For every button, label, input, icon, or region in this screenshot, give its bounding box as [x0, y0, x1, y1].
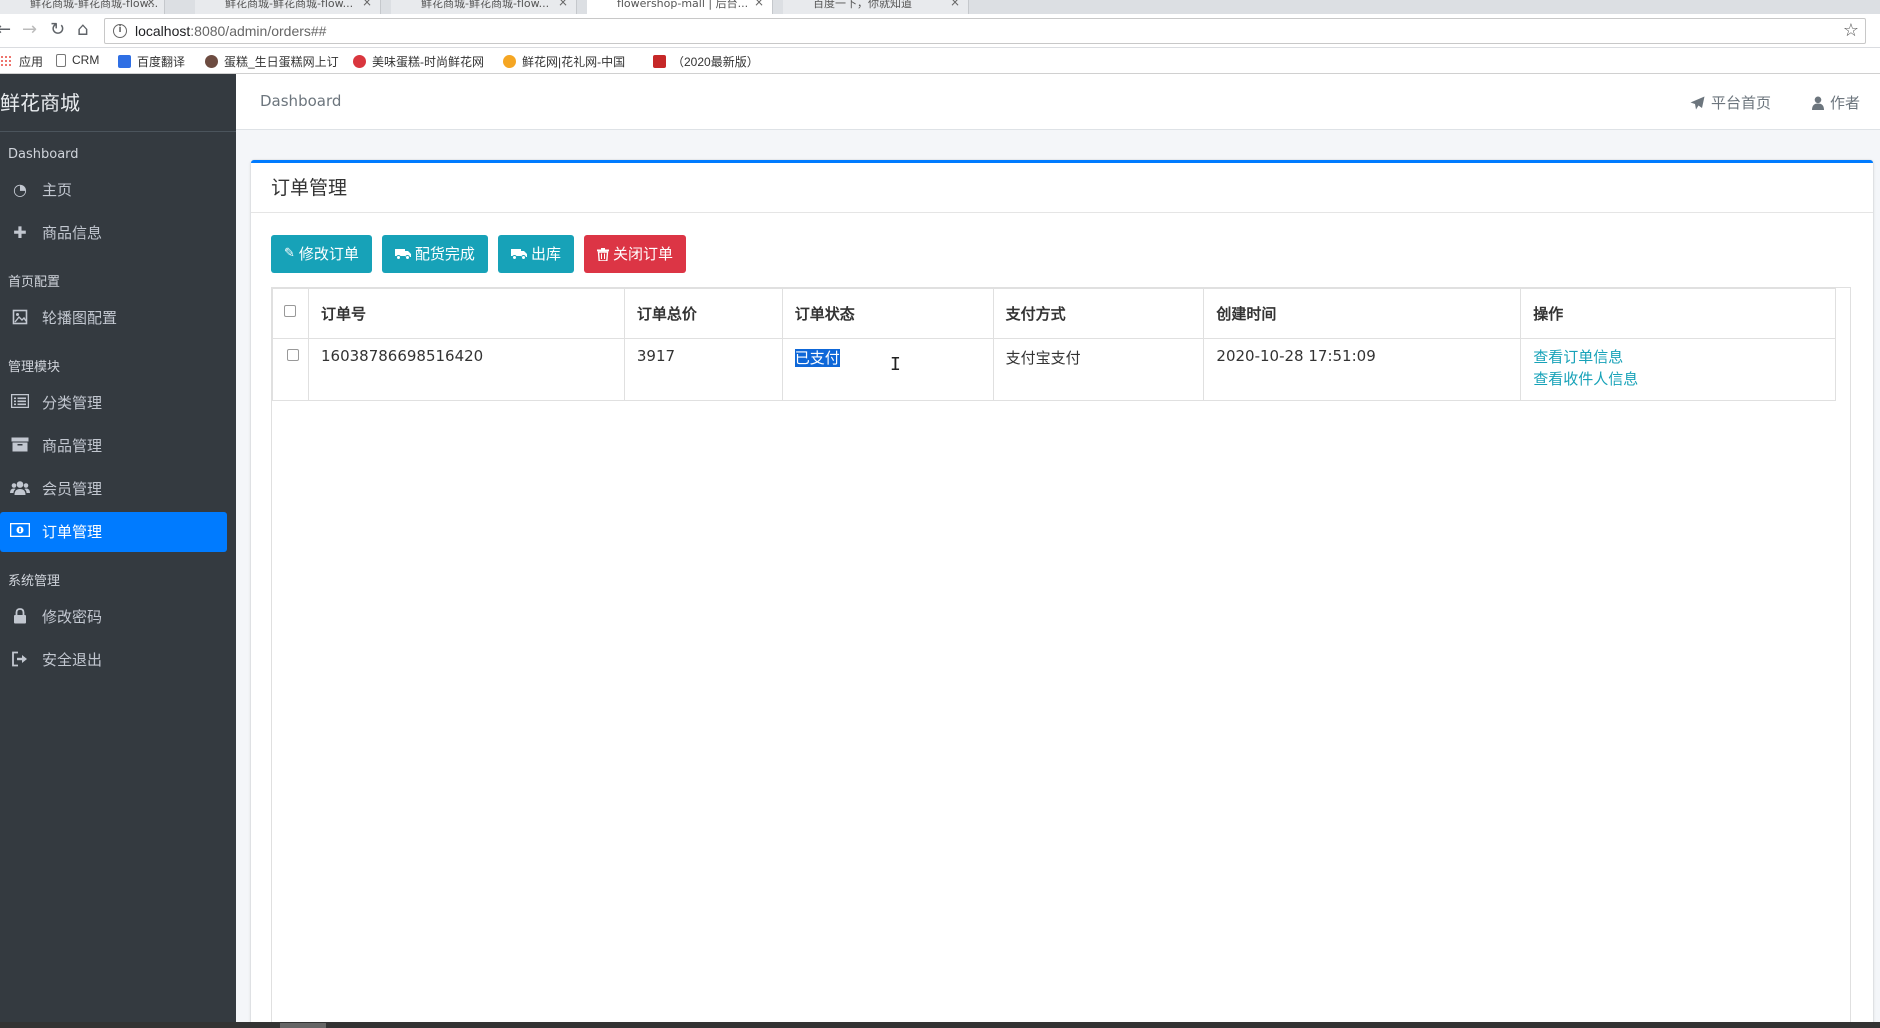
- orders-card: 订单管理 ✎ 修改订单 配货完成 出库 关闭订单 订单号 订单总价 订单状态 支…: [251, 160, 1873, 1028]
- url-text: localhost:8080/admin/orders##: [135, 23, 327, 39]
- info-icon[interactable]: i: [113, 24, 127, 38]
- cell-pay-method: 支付宝支付: [992, 338, 1205, 401]
- bookmark-2020[interactable]: （2020最新版）: [653, 53, 759, 70]
- lock-icon: [10, 608, 30, 626]
- browser-tab[interactable]: 鲜花商城-鲜花商城-flow... ×: [0, 0, 165, 14]
- sidebar-item-orders[interactable]: 订单管理: [0, 512, 227, 552]
- text-cursor-icon: I: [890, 354, 901, 375]
- sidebar-item-change-password[interactable]: 修改密码: [0, 597, 228, 637]
- sidebar-item-carousel[interactable]: 轮播图配置: [0, 298, 228, 338]
- tab-close-icon[interactable]: ×: [558, 0, 568, 8]
- bookmarks-bar: 应用 CRM 百度翻译 蛋糕_生日蛋糕网上订 美味蛋糕-时尚鲜花网 鲜花网|花礼…: [0, 48, 1880, 74]
- brand-title[interactable]: 鲜花商城: [0, 74, 236, 132]
- tab-close-icon[interactable]: ×: [950, 0, 960, 8]
- scrollbar-thumb[interactable]: [280, 1023, 326, 1028]
- bookmark-meiwei[interactable]: 美味蛋糕-时尚鲜花网: [353, 53, 484, 70]
- nav-header-management: 管理模块: [8, 360, 61, 375]
- image-icon: [10, 309, 30, 327]
- archive-icon: [10, 437, 30, 455]
- sign-out-icon: [10, 651, 30, 669]
- bookmark-star-icon[interactable]: ☆: [1843, 20, 1859, 41]
- page-icon: [56, 53, 66, 67]
- browser-toolbar: ← → ↻ ⌂ i localhost:8080/admin/orders## …: [0, 14, 1880, 48]
- sidebar-item-goods[interactable]: 商品管理: [0, 426, 228, 466]
- translate-icon: [118, 55, 131, 68]
- edit-order-button[interactable]: ✎ 修改订单: [271, 235, 372, 273]
- dashboard-icon: ◔: [13, 180, 27, 199]
- nav-header-system: 系统管理: [8, 574, 61, 589]
- back-icon[interactable]: ←: [0, 21, 11, 39]
- orders-table-container: 订单号 订单总价 订单状态 支付方式 创建时间 操作 1603878669851…: [271, 287, 1851, 1028]
- browser-tab[interactable]: 鲜花商城-鲜花商城-flow... ×: [195, 0, 381, 14]
- home-icon[interactable]: ⌂: [77, 21, 88, 39]
- address-bar[interactable]: i localhost:8080/admin/orders## ☆: [104, 18, 1866, 44]
- bookmark-apps[interactable]: 应用: [0, 53, 43, 70]
- plus-icon: ✚: [13, 223, 27, 242]
- truck-icon: [394, 249, 411, 260]
- col-header-total[interactable]: 订单总价: [623, 288, 783, 339]
- author-link[interactable]: 作者: [1812, 92, 1860, 113]
- cell-order-no: 16038786698516420: [307, 338, 625, 401]
- sidebar-item-members[interactable]: 会员管理: [0, 469, 228, 509]
- list-icon: [10, 393, 30, 412]
- orders-table: 订单号 订单总价 订单状态 支付方式 创建时间 操作 1603878669851…: [272, 288, 1836, 401]
- select-all-checkbox[interactable]: [284, 305, 296, 317]
- view-receiver-link[interactable]: 查看收件人信息: [1533, 367, 1823, 391]
- breadcrumb[interactable]: Dashboard: [260, 92, 341, 110]
- truck-icon: [510, 249, 527, 260]
- forward-icon[interactable]: →: [22, 21, 37, 39]
- table-row[interactable]: 16038786698516420 3917 已支付 支付宝支付 2020-10…: [272, 338, 1836, 401]
- col-header-order-no[interactable]: 订单号: [307, 288, 625, 339]
- sidebar-item-goods-info[interactable]: ✚ 商品信息: [0, 213, 228, 253]
- apps-grid-icon: [0, 55, 13, 68]
- trash-icon: [596, 247, 609, 261]
- cake-icon: [205, 55, 218, 68]
- reload-icon[interactable]: ↻: [50, 21, 65, 39]
- sidebar-item-home[interactable]: ◔ 主页: [0, 170, 228, 210]
- col-header-pay-method[interactable]: 支付方式: [992, 288, 1205, 339]
- sidebar-item-logout[interactable]: 安全退出: [0, 640, 228, 680]
- col-header-created[interactable]: 创建时间: [1203, 288, 1522, 339]
- platform-home-link[interactable]: 平台首页: [1690, 92, 1771, 113]
- order-toolbar: ✎ 修改订单 配货完成 出库 关闭订单: [271, 235, 686, 273]
- paper-plane-icon: [1690, 96, 1705, 109]
- flower-icon: [353, 55, 366, 68]
- edit-icon: ✎: [284, 246, 295, 261]
- bookmark-flower-site[interactable]: 鲜花网|花礼网-中国: [503, 53, 625, 70]
- table-header-row: 订单号 订单总价 订单状态 支付方式 创建时间 操作: [272, 288, 1836, 339]
- nav-header-dashboard: Dashboard: [8, 147, 79, 162]
- tab-close-icon[interactable]: ×: [754, 0, 764, 8]
- nav-header-home-config: 首页配置: [8, 275, 61, 290]
- user-icon: [1812, 96, 1824, 110]
- card-title: 订单管理: [251, 163, 1873, 213]
- view-order-link[interactable]: 查看订单信息: [1533, 345, 1823, 369]
- browser-tabstrip: 鲜花商城-鲜花商城-flow... × 鲜花商城-鲜花商城-flow... × 鲜花…: [0, 0, 1880, 14]
- bookmark-cake[interactable]: 蛋糕_生日蛋糕网上订: [205, 53, 339, 70]
- browser-tab[interactable]: 百度一下，你就知道 ×: [783, 0, 969, 14]
- outbound-button[interactable]: 出库: [497, 235, 574, 273]
- row-checkbox[interactable]: [287, 349, 299, 361]
- bookmark-baidu-translate[interactable]: 百度翻译: [118, 53, 185, 70]
- col-header-status[interactable]: 订单状态: [781, 288, 994, 339]
- c-logo-icon: [653, 55, 666, 68]
- delivery-complete-button[interactable]: 配货完成: [381, 235, 488, 273]
- status-text-selected: 已支付: [794, 349, 840, 367]
- bookmark-crm[interactable]: CRM: [56, 53, 99, 67]
- users-icon: [10, 480, 30, 498]
- cell-created: 2020-10-28 17:51:09: [1203, 338, 1522, 401]
- cell-actions: 查看订单信息 查看收件人信息: [1520, 338, 1836, 401]
- browser-tab-active[interactable]: flowershop-mall | 后台... ×: [587, 0, 773, 14]
- browser-tab[interactable]: 鲜花商城-鲜花商城-flow... ×: [391, 0, 577, 14]
- tab-close-icon[interactable]: ×: [362, 0, 372, 8]
- cell-total: 3917: [623, 338, 783, 401]
- cell-status: 已支付: [781, 338, 994, 401]
- flower-icon: [503, 55, 516, 68]
- money-icon: [9, 522, 31, 541]
- sidebar: 鲜花商城 Dashboard ◔ 主页 ✚ 商品信息 首页配置 轮播图配置 管理…: [0, 74, 236, 1028]
- col-header-actions: 操作: [1520, 288, 1836, 339]
- close-order-button[interactable]: 关闭订单: [583, 235, 686, 273]
- tab-close-icon[interactable]: ×: [146, 0, 156, 8]
- sidebar-item-category[interactable]: 分类管理: [0, 383, 228, 423]
- top-navbar: Dashboard 平台首页 作者: [236, 74, 1880, 130]
